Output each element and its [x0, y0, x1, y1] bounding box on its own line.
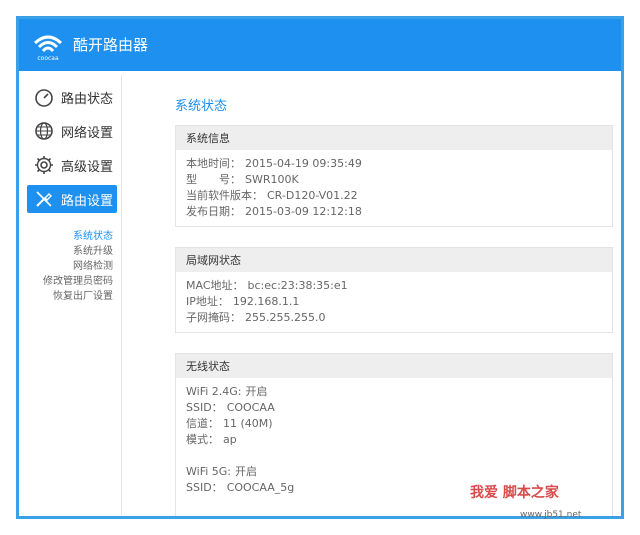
info-key: 型 号： — [186, 173, 241, 186]
system-info-panel: 系统信息 本地时间： 2015-04-19 09:35:49 型 号： SWR100… — [175, 125, 613, 227]
submenu-item-change-admin-password[interactable]: 修改管理员密码 — [23, 272, 113, 287]
info-key: WiFi 5G: — [186, 465, 231, 478]
info-row: 子网掩码： 255.255.255.0 — [186, 310, 602, 326]
submenu-item-system-upgrade[interactable]: 系统升级 — [23, 242, 113, 257]
info-key: WiFi 2.4G: — [186, 385, 242, 398]
sidebar-item-label: 网络设置 — [61, 125, 114, 141]
app-title: 酷开路由器 — [73, 36, 149, 54]
info-row: SSID： COOCAA — [186, 400, 602, 416]
info-value: bc:ec:23:38:35:e1 — [247, 279, 348, 292]
info-key: SSID： — [186, 481, 223, 494]
submenu-item-network-check[interactable]: 网络检测 — [23, 257, 113, 272]
panel-title: 系统信息 — [176, 126, 612, 150]
sidebar-item-router-status[interactable]: 路由状态 — [27, 83, 117, 111]
sidebar-item-label: 高级设置 — [61, 159, 114, 175]
watermark-url: www.jb51.net — [520, 510, 582, 520]
app-window: coocaa 酷开路由器 路由状态 网络设置 高级设置 路由设置 系统状态 系统… — [16, 16, 624, 519]
tools-icon — [33, 188, 55, 210]
info-value: SWR100K — [245, 173, 299, 186]
info-value: 11 (40M) — [223, 417, 273, 430]
info-key: 当前软件版本： — [186, 189, 263, 202]
sidebar-item-advanced-settings[interactable]: 高级设置 — [27, 151, 117, 179]
info-value: 192.168.1.1 — [232, 295, 300, 308]
info-row: 发布日期： 2015-03-09 12:12:18 — [186, 204, 602, 220]
main-content: 系统状态 系统信息 本地时间： 2015-04-19 09:35:49 型 号： S… — [129, 75, 619, 516]
info-row: 本地时间： 2015-04-19 09:35:49 — [186, 156, 602, 172]
info-value: 开启 — [235, 465, 257, 478]
info-row: WiFi 5G: 开启 — [186, 464, 602, 480]
lan-status-panel: 局域网状态 MAC地址： bc:ec:23:38:35:e1 IP地址： 192.1… — [175, 247, 613, 333]
gear-icon — [33, 154, 55, 176]
info-value: 2015-04-19 09:35:49 — [245, 157, 362, 170]
info-row: 型 号： SWR100K — [186, 172, 602, 188]
sidebar-item-label: 路由设置 — [61, 193, 114, 209]
info-key: SSID： — [186, 401, 223, 414]
info-row: 当前软件版本： CR-D120-V01.22 — [186, 188, 602, 204]
spacer-row — [186, 448, 602, 464]
info-row: WiFi 2.4G: 开启 — [186, 384, 602, 400]
info-key: 模式： — [186, 433, 219, 446]
info-key: 信道： — [186, 417, 219, 430]
sidebar-item-label: 路由状态 — [61, 91, 114, 107]
sidebar-item-router-settings[interactable]: 路由设置 — [27, 185, 117, 213]
info-key: 发布日期： — [186, 205, 241, 218]
screenshot-canvas: coocaa 酷开路由器 路由状态 网络设置 高级设置 路由设置 系统状态 系统… — [0, 0, 640, 535]
info-key: IP地址： — [186, 295, 229, 308]
submenu-item-system-status[interactable]: 系统状态 — [23, 227, 113, 242]
app-header: coocaa 酷开路由器 — [19, 19, 621, 71]
gauge-icon — [33, 86, 55, 108]
info-row: MAC地址： bc:ec:23:38:35:e1 — [186, 278, 602, 294]
info-row: 信道： 11 (40M) — [186, 416, 602, 432]
info-value: COOCAA — [226, 401, 275, 414]
info-row: IP地址： 192.168.1.1 — [186, 294, 602, 310]
panel-title: 局域网状态 — [176, 248, 612, 272]
submenu-item-factory-reset[interactable]: 恢复出厂设置 — [23, 287, 113, 302]
info-row: 模式： ap — [186, 432, 602, 448]
info-value: ap — [223, 433, 237, 446]
page-title: 系统状态 — [175, 99, 228, 114]
sidebar: 路由状态 网络设置 高级设置 路由设置 系统状态 系统升级 网络检测 修改管理员… — [23, 75, 122, 515]
wifi-logo-icon: coocaa — [31, 29, 65, 63]
info-value: 开启 — [245, 385, 268, 398]
info-key: 本地时间： — [186, 157, 241, 170]
info-value: 2015-03-09 12:12:18 — [245, 205, 362, 218]
info-value: 255.255.255.0 — [245, 311, 326, 324]
info-value: CR-D120-V01.22 — [267, 189, 358, 202]
sidebar-item-network-settings[interactable]: 网络设置 — [27, 117, 117, 145]
info-value: COOCAA_5g — [226, 481, 295, 494]
logo-text: coocaa — [37, 55, 59, 62]
info-key: MAC地址： — [186, 279, 244, 292]
info-key: 子网掩码： — [186, 311, 241, 324]
panel-title: 无线状态 — [176, 354, 612, 378]
watermark-text: 我爱 脚本之家 — [470, 485, 559, 501]
globe-icon — [33, 120, 55, 142]
